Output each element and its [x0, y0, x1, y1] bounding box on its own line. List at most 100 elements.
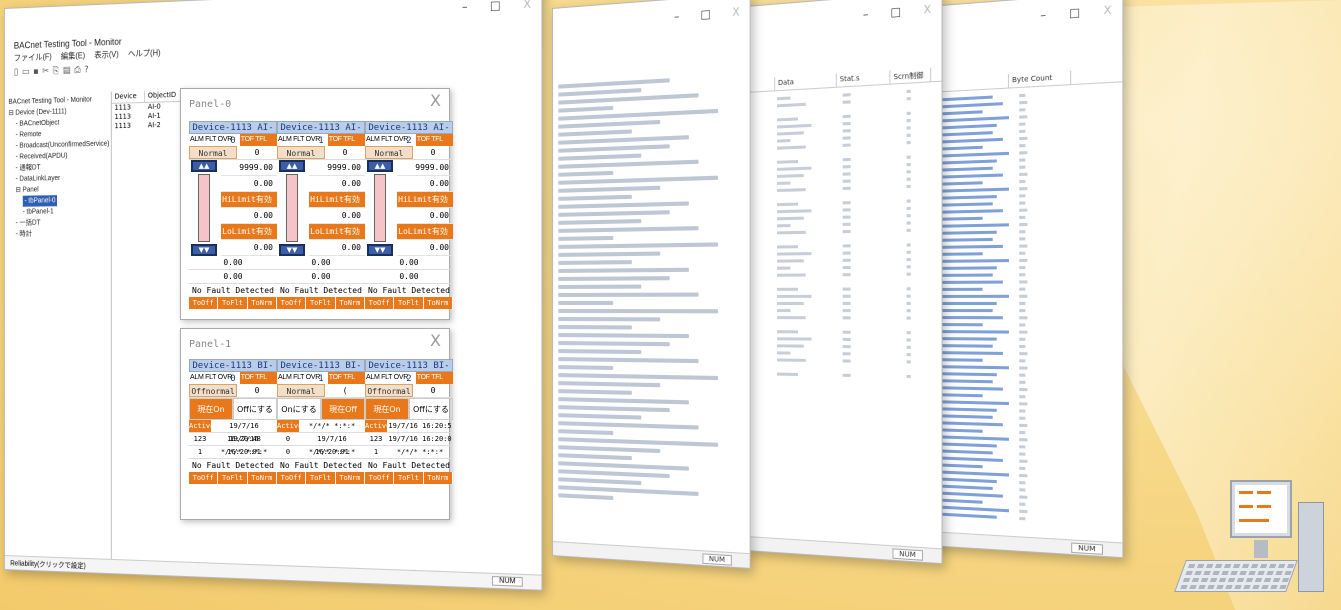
down-arrow-icon[interactable]: ▼▼	[367, 244, 393, 256]
text-line	[1019, 129, 1026, 134]
key	[1286, 564, 1295, 568]
up-arrow-icon[interactable]: ▲▲	[191, 160, 217, 172]
keyboard-icon	[1174, 560, 1298, 592]
on-button[interactable]: 現在On	[365, 398, 409, 420]
to-button-toflt[interactable]: ToFlt	[394, 472, 424, 484]
state-label: Normal	[277, 146, 325, 159]
panel-0[interactable]: Panel-0 X Device-1113 AI-0ALM FLT OVR OS…	[180, 88, 453, 320]
off-button[interactable]: 現在Off	[321, 398, 365, 420]
close-icon[interactable]: X	[430, 91, 441, 110]
hilimit-button[interactable]: HiLimit有効	[221, 192, 277, 208]
paste-icon[interactable]: ▤	[63, 66, 71, 76]
up-arrow-icon[interactable]: ▲▲	[279, 160, 305, 172]
minimize-button[interactable]: –	[674, 10, 679, 24]
lolimit-button[interactable]: LoLimit有効	[221, 224, 277, 240]
device-tree[interactable]: BACnet Testing Tool - Monitor ⊟ Device (D…	[4, 91, 112, 559]
to-button-tooff[interactable]: ToOff	[365, 472, 395, 484]
to-button-tonrm[interactable]: ToNrm	[335, 472, 365, 484]
text-line	[1019, 387, 1028, 392]
off-button[interactable]: Offにする	[233, 398, 277, 420]
fault-status: No Fault Detected	[368, 461, 450, 470]
panel-1[interactable]: Panel-1 X Device-1113 BI-0ALM FLT OVR OS…	[180, 328, 453, 520]
window-2[interactable]: – □ X NUM	[552, 0, 751, 569]
text-line	[558, 349, 642, 355]
to-button-tooff[interactable]: ToOff	[277, 297, 307, 309]
help-icon[interactable]: ?	[84, 65, 88, 75]
tree-item[interactable]: - 時計	[8, 228, 107, 240]
ai-device-2: Device-1113 AI-2ALM FLT OVR OSV TOF TFL T…	[365, 121, 453, 309]
to-button-tonrm[interactable]: ToNrm	[335, 297, 365, 309]
new-icon[interactable]: ▯	[14, 68, 18, 78]
to-button-toflt[interactable]: ToFlt	[218, 297, 248, 309]
to-button-tonrm[interactable]: ToNrm	[247, 472, 277, 484]
close-button[interactable]: X	[732, 5, 739, 19]
text-line	[1019, 395, 1026, 399]
print-icon[interactable]: ⎙	[74, 65, 81, 75]
window-4-controls[interactable]: – □ X	[1040, 3, 1111, 22]
text-line	[842, 287, 851, 291]
to-button-toflt[interactable]: ToFlt	[218, 472, 248, 484]
close-button[interactable]: X	[923, 2, 931, 16]
window-3-controls[interactable]: – □ X	[863, 2, 931, 21]
text-line	[906, 353, 911, 357]
maximize-button[interactable]: □	[890, 5, 901, 19]
to-button-tooff[interactable]: ToOff	[365, 297, 395, 309]
open-icon[interactable]: ▭	[22, 67, 30, 77]
maximize-button[interactable]: □	[1069, 6, 1080, 20]
fault-status: No Fault Detected	[192, 286, 274, 295]
lolimit-button[interactable]: LoLimit有効	[309, 224, 365, 240]
window-3[interactable]: – □ X Data Stat.s Scrn制御 NUM	[746, 0, 943, 565]
menu-file[interactable]: ファイル(F)	[14, 51, 52, 63]
off-button[interactable]: Offにする	[409, 398, 453, 420]
maximize-button[interactable]: □	[490, 0, 501, 13]
on-button[interactable]: 現在On	[189, 398, 233, 420]
to-button-tonrm[interactable]: ToNrm	[423, 297, 453, 309]
menu-edit[interactable]: 編集(E)	[61, 50, 85, 62]
save-icon[interactable]: ▪	[33, 67, 38, 77]
menu-help[interactable]: ヘルプ(H)	[128, 47, 161, 59]
minimize-button[interactable]: –	[1040, 8, 1046, 22]
down-arrow-icon[interactable]: ▼▼	[279, 244, 305, 256]
close-button[interactable]: X	[1104, 3, 1112, 17]
key	[1223, 564, 1232, 568]
up-arrow-icon[interactable]: ▲▲	[367, 160, 393, 172]
to-button-tonrm[interactable]: ToNrm	[423, 472, 453, 484]
down-arrow-icon[interactable]: ▼▼	[191, 244, 217, 256]
cut-icon[interactable]: ✂	[42, 66, 49, 76]
text-line	[1019, 438, 1028, 442]
level-gauge[interactable]: ▲▲ ▼▼	[189, 160, 221, 256]
to-button-tooff[interactable]: ToOff	[277, 472, 307, 484]
close-button[interactable]: X	[523, 0, 531, 11]
monitor-icon	[1230, 480, 1292, 538]
text-line	[1019, 115, 1028, 119]
hilimit-button[interactable]: HiLimit有効	[309, 192, 365, 208]
minimize-button[interactable]: –	[462, 0, 468, 14]
menu-view[interactable]: 表示(V)	[94, 49, 118, 61]
to-button-tonrm[interactable]: ToNrm	[247, 297, 277, 309]
to-button-toflt[interactable]: ToFlt	[306, 297, 336, 309]
timestamp-row: Active 19/7/16 16:20:48	[189, 420, 277, 443]
level-gauge[interactable]: ▲▲ ▼▼	[277, 160, 309, 256]
key	[1232, 564, 1241, 568]
tree-item-label: - Received(APDU)	[15, 152, 68, 161]
hilimit-button[interactable]: HiLimit有効	[397, 192, 453, 208]
text-line	[842, 265, 851, 270]
tower-icon	[1298, 502, 1324, 592]
copy-icon[interactable]: ⎘	[53, 66, 60, 76]
to-button-tooff[interactable]: ToOff	[189, 297, 219, 309]
text-line	[777, 266, 791, 270]
to-button-toflt[interactable]: ToFlt	[394, 297, 424, 309]
to-button-tooff[interactable]: ToOff	[189, 472, 219, 484]
maximize-button[interactable]: □	[701, 7, 711, 21]
window-2-controls[interactable]: – □ X	[674, 5, 740, 23]
lolimit-button[interactable]: LoLimit有効	[397, 224, 453, 240]
text-line	[842, 229, 851, 234]
window-4[interactable]: – □ X Byte Count NUM	[928, 0, 1124, 559]
level-gauge[interactable]: ▲▲ ▼▼	[365, 160, 397, 256]
minimize-button[interactable]: –	[863, 7, 868, 21]
close-icon[interactable]: X	[430, 331, 441, 350]
main-window-controls[interactable]: – □ X	[462, 0, 531, 14]
on-button[interactable]: Onにする	[277, 398, 321, 420]
key	[1180, 585, 1188, 589]
to-button-toflt[interactable]: ToFlt	[306, 472, 336, 484]
